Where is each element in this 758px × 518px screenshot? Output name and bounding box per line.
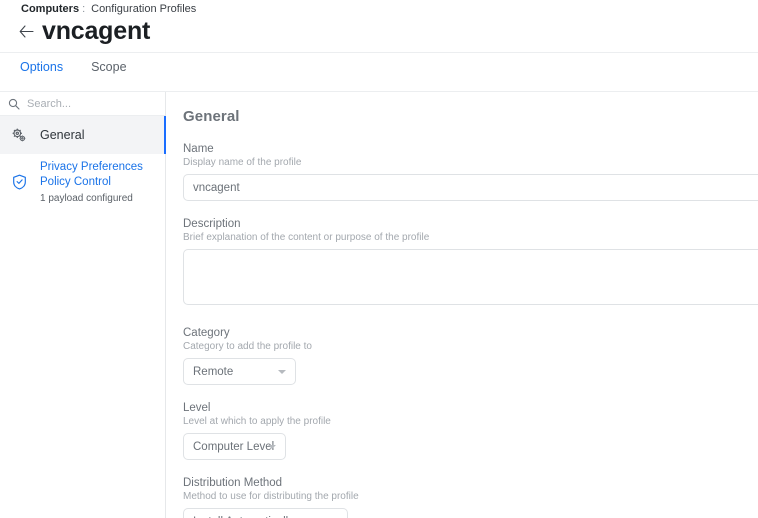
field-level-help: Level at which to apply the profile bbox=[183, 416, 331, 427]
field-name-label: Name bbox=[183, 143, 214, 155]
search-input[interactable] bbox=[27, 97, 147, 110]
tab-scope[interactable]: Scope bbox=[91, 60, 126, 91]
chevron-down-icon bbox=[268, 445, 276, 449]
breadcrumb-current[interactable]: Configuration Profiles bbox=[91, 3, 196, 15]
field-description: Description Brief explanation of the con… bbox=[183, 218, 758, 310]
field-distribution-method: Distribution Method Method to use for di… bbox=[183, 477, 758, 518]
sidebar-item-general-text: General bbox=[40, 127, 84, 143]
sidebar-item-privacy-preferences-policy-control[interactable]: Privacy Preferences Policy Control 1 pay… bbox=[0, 154, 165, 211]
field-distribution-method-label: Distribution Method bbox=[183, 477, 283, 489]
tab-options-label: Options bbox=[20, 60, 64, 74]
page-title: vncagent bbox=[42, 16, 151, 45]
distribution-method-select[interactable]: Install Automatically bbox=[183, 508, 348, 518]
tab-scope-label: Scope bbox=[91, 60, 127, 74]
cogs-icon bbox=[10, 126, 28, 144]
configuration-profile-page: Computers : Configuration Profiles vncag… bbox=[0, 0, 758, 518]
breadcrumb-separator: : bbox=[82, 3, 86, 15]
field-category-help: Category to add the profile to bbox=[183, 341, 312, 352]
payload-sidebar: General Privacy Preferences Policy Contr… bbox=[0, 92, 166, 518]
tab-options[interactable]: Options bbox=[20, 60, 64, 104]
sidebar-item-general-label: General bbox=[40, 127, 85, 142]
section-title: General bbox=[183, 108, 240, 125]
breadcrumb-parent[interactable]: Computers bbox=[21, 3, 79, 15]
general-payload-panel: General Name Display name of the profile… bbox=[167, 92, 758, 518]
category-select-value: Remote bbox=[193, 365, 234, 378]
field-distribution-method-help: Method to use for distributing the profi… bbox=[183, 491, 359, 502]
search-icon bbox=[8, 98, 20, 110]
sidebar-item-privacy-label: Privacy Preferences Policy Control bbox=[40, 161, 143, 189]
field-name-help: Display name of the profile bbox=[183, 157, 302, 168]
sidebar-item-general[interactable]: General bbox=[0, 116, 166, 154]
field-name: Name Display name of the profile bbox=[183, 143, 758, 201]
field-category-label: Category bbox=[183, 327, 230, 339]
description-textarea[interactable] bbox=[183, 249, 758, 305]
header-divider bbox=[0, 52, 758, 53]
field-level-label: Level bbox=[183, 402, 211, 414]
tabbar: Options Scope bbox=[0, 60, 758, 104]
sidebar-search-row bbox=[0, 92, 165, 116]
field-description-label: Description bbox=[183, 218, 241, 230]
page-header: vncagent bbox=[0, 16, 150, 46]
sidebar-item-privacy-text: Privacy Preferences Policy Control 1 pay… bbox=[40, 160, 155, 205]
level-select-value: Computer Level bbox=[193, 440, 275, 453]
field-category: Category Category to add the profile to … bbox=[183, 327, 758, 385]
shield-check-icon bbox=[10, 173, 28, 191]
name-input[interactable] bbox=[183, 174, 758, 201]
arrow-left-icon[interactable] bbox=[16, 21, 36, 41]
sidebar-item-privacy-payload-count: 1 payload configured bbox=[40, 192, 133, 204]
chevron-down-icon bbox=[278, 370, 286, 374]
field-level: Level Level at which to apply the profil… bbox=[183, 402, 758, 460]
field-description-help: Brief explanation of the content or purp… bbox=[183, 232, 430, 243]
level-select[interactable]: Computer Level bbox=[183, 433, 286, 460]
category-select[interactable]: Remote bbox=[183, 358, 296, 385]
